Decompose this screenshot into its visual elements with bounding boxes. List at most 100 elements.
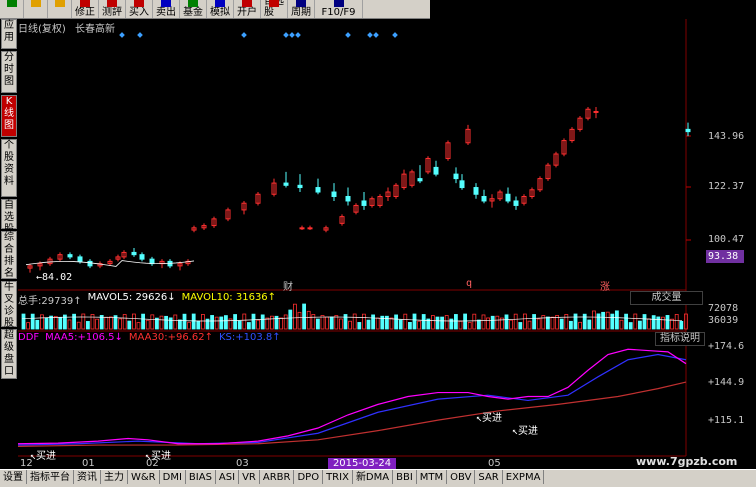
indicator-tab[interactable]: SAR [475, 470, 503, 484]
volume-bar [610, 313, 615, 330]
volume-bar [559, 318, 564, 330]
volume-bar [127, 320, 132, 330]
indicator-tab[interactable]: TRIX [323, 470, 353, 484]
stock-name: 长春高新 [75, 24, 115, 35]
chart-canvas[interactable] [18, 19, 756, 469]
volume-bar [49, 315, 54, 330]
volume-bar [656, 316, 661, 330]
candle-body [361, 200, 367, 206]
toolbar-button-rate[interactable]: 测評 [99, 0, 126, 18]
volume-bar [481, 314, 486, 330]
indicator-tab-bar: 设置 指标平台 资讯 主力 W&R DMI BIAS ASI VR ARBR DPO TRIX 新DMA… [0, 469, 756, 487]
sim-icon [215, 0, 225, 7]
volume-bar [444, 315, 449, 330]
volume-bar [458, 320, 463, 330]
volume-bar [95, 318, 99, 330]
volume-bar [430, 315, 435, 330]
indicator-tab[interactable]: OBV [447, 470, 476, 484]
toolbar-button-arrow-down[interactable] [48, 0, 72, 18]
volume-bar [246, 322, 251, 330]
toolbar-button-period[interactable]: 周期 [288, 0, 315, 18]
volume-bar [44, 317, 49, 330]
indicator-tab[interactable]: 设置 [0, 470, 27, 484]
volume-bar [187, 321, 192, 330]
event-diamond [119, 32, 125, 38]
volume-bar [628, 322, 633, 330]
indicator-help-button[interactable]: 指标说明 [655, 332, 705, 346]
toolbar-button-label: 模拟 [210, 7, 230, 18]
indicator-tab[interactable]: BIAS [185, 470, 216, 484]
indicator-tab[interactable]: VR [239, 470, 260, 484]
indicator-tab[interactable]: MTM [416, 470, 448, 484]
volume-bar [200, 314, 205, 330]
volume-indicator-select[interactable]: 成交量 [630, 291, 703, 305]
volume-bar [297, 311, 302, 330]
volume-bar [329, 316, 334, 330]
candle-body [131, 251, 137, 256]
sidebar-tab[interactable]: 超级盘口 [1, 329, 17, 379]
volume-bar [159, 315, 164, 330]
volume-bar [237, 320, 242, 330]
indicator-tab[interactable]: 主力 [101, 470, 128, 484]
volume-bar [518, 322, 523, 330]
volume-legend: 总手:29739↑ MAVOL5: 29626↓ MAVOL10: 31636↑ [18, 292, 277, 307]
toolbar-button-sim[interactable]: 模拟 [207, 0, 234, 18]
toolbar-button-account[interactable]: 开户 [234, 0, 261, 18]
sidebar-tab[interactable]: 个股资料 [1, 139, 17, 197]
event-diamond [283, 32, 289, 38]
indicator-tab[interactable]: 指标平台 [27, 470, 74, 484]
event-mark[interactable]: 涨 [600, 278, 610, 293]
volume-bar [21, 313, 26, 330]
indicator-tab[interactable]: DPO [294, 470, 324, 484]
volume-bar [463, 313, 468, 330]
toolbar-button-sell[interactable]: 卖出 [153, 0, 180, 18]
volume-bar [605, 311, 610, 330]
month-label: 01 [82, 458, 95, 469]
candle-body [417, 178, 423, 182]
sidebar-tab[interactable]: K线图 [1, 95, 17, 137]
volume-bar [173, 314, 178, 330]
event-mark[interactable]: q [466, 278, 472, 289]
volume-bar [30, 313, 35, 330]
toolbar-button-grid[interactable] [0, 0, 24, 18]
sidebar-tab[interactable]: 牛叉诊股 [1, 281, 17, 329]
volume-bar [223, 315, 228, 330]
event-mark[interactable]: 财 [283, 278, 293, 293]
indicator-tab[interactable]: EXPMA [502, 470, 545, 484]
indicator-tab[interactable]: ASI [215, 470, 240, 484]
volume-axis-label: 72078 [708, 303, 739, 314]
indicator-tab[interactable]: BBI [393, 470, 417, 484]
candle-body [299, 227, 305, 230]
volume-bar [219, 316, 224, 330]
rate-icon [107, 0, 117, 7]
sidebar-tab[interactable]: 综合排名 [1, 231, 17, 279]
volume-bar [269, 315, 274, 330]
indicator-tab[interactable]: 资讯 [74, 470, 101, 484]
toolbar-button-edit[interactable]: 修正 [72, 0, 99, 18]
kline-chart[interactable]: 日线(复权) 长春高新 143.96 122.37 100.47 93.38 ←… [18, 19, 756, 469]
month-label: 03 [236, 458, 249, 469]
volume-bar [132, 313, 136, 330]
indicator-tab[interactable]: 新DMA [352, 470, 394, 484]
candle-body [473, 187, 479, 195]
toolbar-button-star[interactable]: 自选股 [261, 0, 288, 18]
toolbar-button-buy[interactable]: 买入 [126, 0, 153, 18]
volume-bar [569, 320, 573, 330]
volume-bar [661, 316, 665, 330]
volume-bar [325, 316, 330, 330]
volume-bar [495, 315, 500, 330]
volume-bar [679, 321, 684, 330]
indicator-tab[interactable]: ARBR [259, 470, 295, 484]
volume-bar [403, 313, 408, 330]
indicator-tab[interactable]: DMI [159, 470, 186, 484]
toolbar-button-f10[interactable]: F10/F9 [315, 0, 363, 18]
sidebar-tab[interactable]: 分时图 [1, 51, 17, 93]
volume-bar [81, 313, 86, 330]
volume-bar [292, 303, 297, 330]
indicator-tab[interactable]: W&R [128, 470, 160, 484]
toolbar-button-fund[interactable]: 基金 [180, 0, 207, 18]
sidebar-tab[interactable]: 应用 [1, 19, 17, 49]
toolbar-button-arrow-up[interactable] [24, 0, 48, 18]
sidebar-tab[interactable]: 自选股 [1, 199, 17, 235]
volume-bar [490, 315, 495, 330]
